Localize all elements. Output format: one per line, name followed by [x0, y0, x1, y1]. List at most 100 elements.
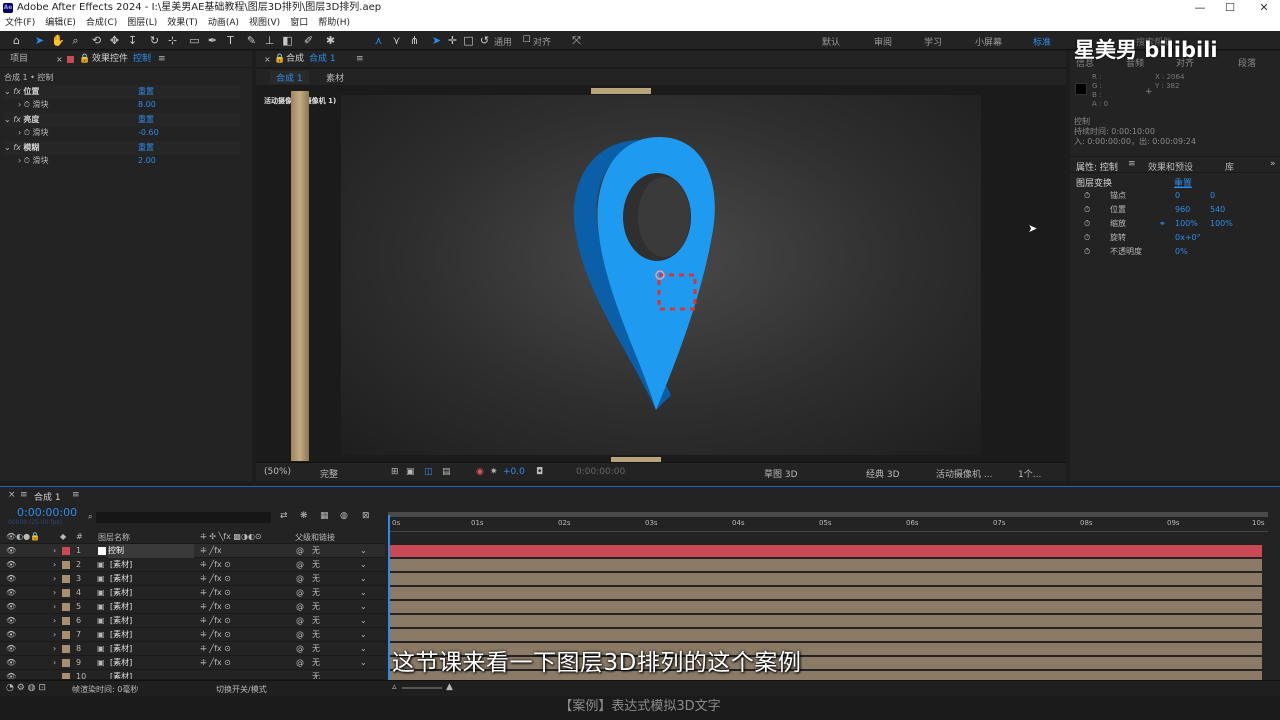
layer-search-input[interactable]: [96, 512, 271, 523]
mask-icon[interactable]: ▣: [406, 467, 415, 477]
pickwhip-icon[interactable]: @: [296, 544, 304, 558]
layer-duration-bar[interactable]: [390, 559, 1262, 571]
workspace-review[interactable]: 审阅: [874, 35, 892, 48]
zoom-in-icon[interactable]: ▲: [446, 682, 453, 692]
parent-dropdown[interactable]: 无: [312, 558, 320, 572]
type-tool-icon[interactable]: T: [224, 34, 237, 47]
snap-label[interactable]: 对齐: [533, 35, 551, 48]
pan-camera-icon[interactable]: ✥: [108, 34, 121, 47]
draft-3d-icon[interactable]: ❋: [300, 511, 308, 521]
stopwatch-icon[interactable]: ⏱: [24, 100, 30, 109]
menu-window[interactable]: 窗口: [285, 16, 313, 31]
pen-tool-icon[interactable]: ✒: [206, 34, 219, 47]
layer-row[interactable]: 👁 › 5 ▣ [素材] ⁜ ╱fx ⊙ @ 无 ⌄: [0, 600, 385, 614]
visibility-eye-icon[interactable]: 👁: [6, 628, 16, 642]
layer-row[interactable]: 👁 › 6 ▣ [素材] ⁜ ╱fx ⊙ @ 无 ⌄: [0, 614, 385, 628]
layer-duration-bar[interactable]: [390, 629, 1262, 641]
visibility-eye-icon[interactable]: 👁: [6, 572, 16, 586]
dropdown-arrow-icon[interactable]: ⌄: [360, 600, 367, 614]
exposure-icon[interactable]: ✷: [490, 467, 498, 477]
expand-arrow-icon[interactable]: ⌄: [4, 115, 11, 124]
time-ruler[interactable]: 0s 01s 02s 03s 04s 05s 06s 07s 08s 09s 1…: [388, 512, 1268, 532]
resolution-dropdown[interactable]: 完整: [320, 467, 338, 480]
menu-file[interactable]: 文件(F): [0, 16, 40, 31]
layer-duration-bar[interactable]: [390, 615, 1262, 627]
effect-group-brightness[interactable]: ⌄ fx 亮度 重置: [4, 113, 240, 127]
layer-row[interactable]: 👁 › 4 ▣ [素材] ⁜ ╱fx ⊙ @ 无 ⌄: [0, 586, 385, 600]
reset-link[interactable]: 重置: [138, 85, 154, 99]
layer-label-color[interactable]: [62, 673, 70, 679]
layer-duration-bar[interactable]: [390, 545, 1262, 557]
fx-icon[interactable]: fx: [13, 143, 21, 152]
camera-view-dropdown[interactable]: 活动摄像机 ...: [936, 467, 992, 480]
motion-blur-icon[interactable]: ◍: [340, 511, 348, 521]
layer-name[interactable]: [素材]: [110, 614, 132, 628]
pickwhip-icon[interactable]: @: [296, 600, 304, 614]
menu-icon[interactable]: ≡: [20, 490, 28, 500]
expand-arrow-icon[interactable]: ⌄: [4, 143, 11, 152]
expand-arrow-icon[interactable]: ›: [53, 572, 56, 586]
expand-arrow-icon[interactable]: ›: [53, 628, 56, 642]
dropdown-arrow-icon[interactable]: ⌄: [360, 586, 367, 600]
close-tab-icon[interactable]: ×: [8, 490, 16, 500]
layer-label-color[interactable]: [62, 617, 70, 625]
switches-icons[interactable]: ⁜ ╱fx ⊙: [200, 572, 231, 586]
pickwhip-icon[interactable]: @: [296, 656, 304, 670]
slider-value[interactable]: -0.60: [138, 126, 159, 140]
dropdown-arrow-icon[interactable]: ⌄: [360, 656, 367, 670]
pickwhip-icon[interactable]: @: [296, 614, 304, 628]
menu-help[interactable]: 帮助(H): [313, 16, 355, 31]
rotate-tool-icon[interactable]: ↻: [148, 34, 161, 47]
visibility-eye-icon[interactable]: 👁: [6, 600, 16, 614]
align-mode-label[interactable]: 通用: [494, 35, 512, 48]
layer-label-color[interactable]: [62, 631, 70, 639]
layer-name[interactable]: [素材]: [110, 558, 132, 572]
view-axis-icon[interactable]: ⋔: [408, 34, 421, 47]
parent-dropdown[interactable]: 无: [312, 572, 320, 586]
transform-reset[interactable]: 重置: [1174, 176, 1192, 189]
roto-brush-icon[interactable]: ✐: [302, 34, 315, 47]
parent-dropdown[interactable]: 无: [312, 642, 320, 656]
eraser-tool-icon[interactable]: ◧: [281, 34, 294, 47]
tab-effect-controls[interactable]: 效果控件: [92, 51, 128, 68]
expand-arrow-icon[interactable]: ›: [53, 656, 56, 670]
hand-tool-icon[interactable]: ✋: [51, 34, 65, 47]
visibility-eye-icon[interactable]: 👁: [6, 544, 16, 558]
switches-icons[interactable]: ⁜ ╱fx ⊙: [200, 586, 231, 600]
home-icon[interactable]: ⌂: [10, 34, 23, 47]
switches-icons[interactable]: ⁜ ╱fx ⊙: [200, 656, 231, 670]
layer-name[interactable]: [素材]: [110, 586, 132, 600]
dropdown-arrow-icon[interactable]: ⌄: [360, 642, 367, 656]
parent-dropdown[interactable]: 无: [312, 670, 320, 679]
switches-icons[interactable]: ⁜ ╱fx ⊙: [200, 642, 231, 656]
zoom-tool-icon[interactable]: ⌕: [69, 34, 82, 47]
expand-arrow-icon[interactable]: ›: [18, 128, 21, 137]
parent-link-header[interactable]: 父级和链接: [295, 532, 335, 543]
lock-icon[interactable]: 🔒: [79, 51, 90, 68]
fx-icon[interactable]: fx: [13, 115, 21, 124]
visibility-eye-icon[interactable]: 👁: [6, 656, 16, 670]
reset-link[interactable]: 重置: [138, 113, 154, 127]
panel-menu-icon[interactable]: ≡: [158, 51, 166, 68]
fx-icon[interactable]: fx: [13, 87, 21, 96]
color-channel-icon[interactable]: ◉: [476, 467, 484, 477]
snap-checkbox-icon[interactable]: ☐: [520, 34, 533, 47]
zoom-dropdown[interactable]: (50%): [264, 467, 291, 477]
pan-behind-icon[interactable]: ⊹: [166, 34, 179, 47]
expand-arrow-icon[interactable]: ›: [53, 614, 56, 628]
shy-icon[interactable]: ▦: [320, 511, 329, 521]
layer-row[interactable]: 👁 › 3 ▣ [素材] ⁜ ╱fx ⊙ @ 无 ⌄: [0, 572, 385, 586]
layer-name[interactable]: [素材]: [110, 642, 132, 656]
world-axis-icon[interactable]: ⋎: [390, 34, 403, 47]
stopwatch-icon[interactable]: ⏱: [1084, 191, 1090, 200]
expand-arrow-icon[interactable]: ›: [18, 156, 21, 165]
parent-dropdown[interactable]: 无: [312, 586, 320, 600]
snap-options-icon[interactable]: ⤧: [570, 34, 583, 47]
layer-name[interactable]: 控制: [108, 544, 194, 558]
select-3d-icon[interactable]: ➤: [430, 34, 443, 47]
dropdown-arrow-icon[interactable]: ⌄: [360, 572, 367, 586]
clone-stamp-icon[interactable]: ⊥: [263, 34, 276, 47]
paragraph-tab[interactable]: 段落: [1238, 56, 1256, 69]
layer-label-color[interactable]: [62, 589, 70, 597]
workspace-default[interactable]: 默认: [822, 35, 840, 48]
